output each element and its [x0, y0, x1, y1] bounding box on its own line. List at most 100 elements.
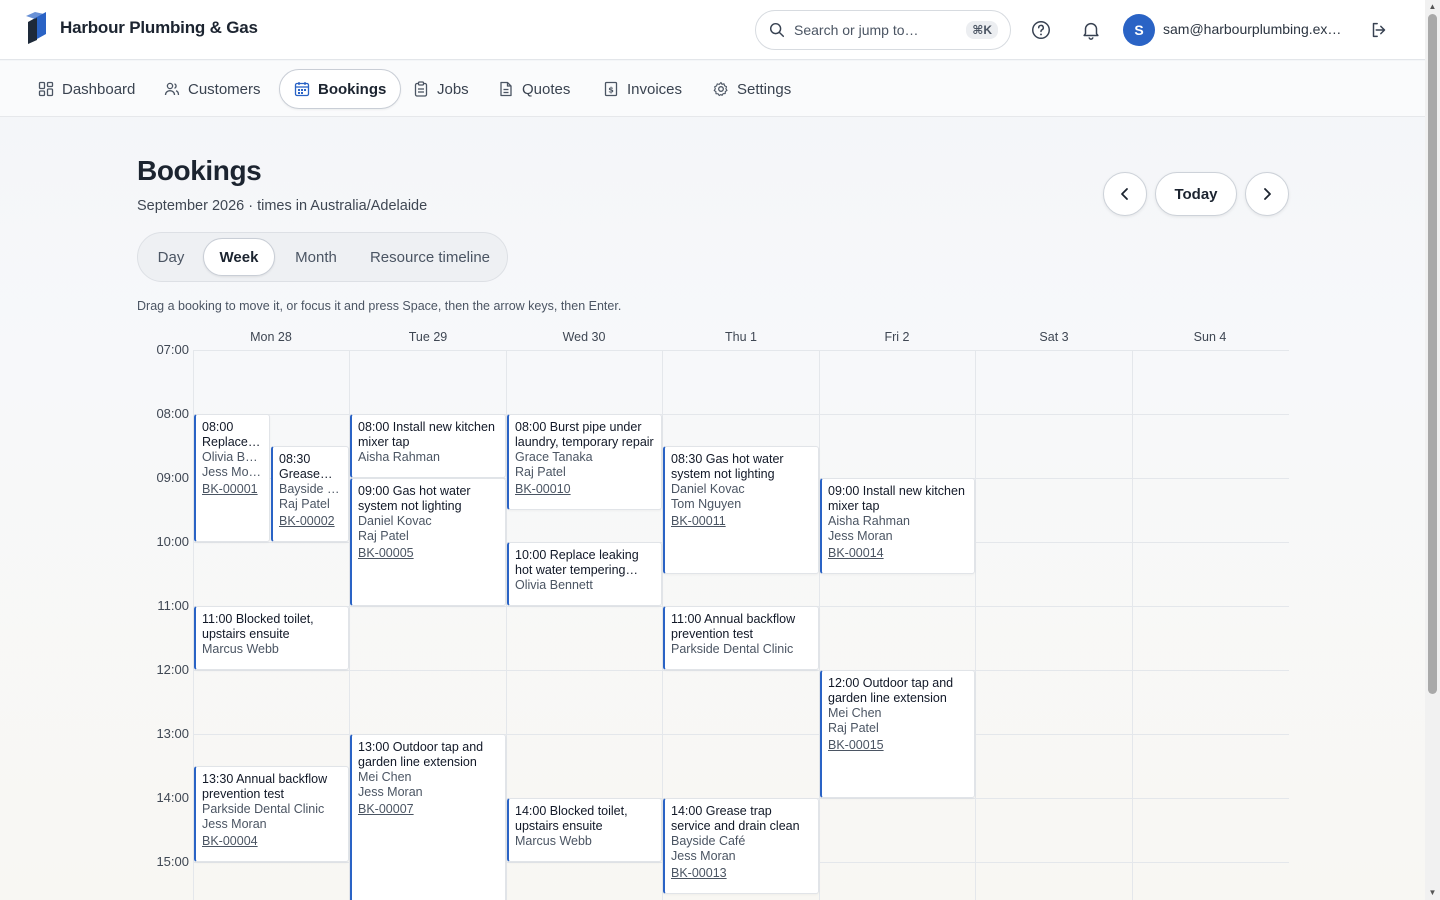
nav-item-customers[interactable]: Customers — [150, 69, 275, 109]
nav-label: Jobs — [437, 80, 469, 98]
booking-title: 12:00 Outdoor tap and garden line extens… — [828, 676, 954, 705]
calendar-icon — [294, 82, 310, 97]
notifications-button[interactable] — [1076, 15, 1106, 45]
hour-label: 08:00 — [156, 406, 189, 421]
help-button[interactable] — [1026, 15, 1056, 45]
booking-card[interactable]: 08:00 Replace… Olivia Ben… Jess Mora… BK… — [194, 414, 270, 542]
booking-customer: Parkside Dental Clinic — [202, 802, 325, 816]
previous-week-button[interactable] — [1103, 172, 1147, 216]
brand-name: Harbour Plumbing & Gas — [60, 18, 258, 37]
booking-title: 13:00 Outdoor tap and garden line extens… — [358, 740, 484, 769]
search-icon — [769, 22, 785, 38]
avatar[interactable]: S — [1123, 14, 1155, 46]
nav-label: Customers — [188, 80, 261, 98]
view-month[interactable]: Month — [282, 238, 350, 276]
booking-customer: Marcus Webb — [202, 642, 279, 656]
booking-staff: Raj Patel — [515, 465, 566, 479]
booking-staff: Tom Nguyen — [671, 497, 742, 511]
chevron-left-icon — [1121, 188, 1128, 200]
day-header: Fri 2 — [884, 330, 910, 344]
booking-customer: Marcus Webb — [515, 834, 592, 848]
scroll-up-icon[interactable]: ▲ — [1428, 2, 1437, 11]
nav-item-settings[interactable]: Settings — [699, 69, 805, 109]
view-day[interactable]: Day — [144, 238, 198, 276]
scroll-thumb[interactable] — [1428, 14, 1437, 694]
page-title: Bookings — [137, 155, 262, 186]
day-header: Mon 28 — [250, 330, 292, 344]
booking-ref-link[interactable]: BK-00007 — [358, 802, 414, 817]
view-week[interactable]: Week — [203, 238, 275, 276]
search-box[interactable]: ⌘K — [755, 10, 1011, 50]
booking-customer: Aisha Rahman — [358, 450, 440, 464]
search-shortcut: ⌘K — [966, 21, 998, 39]
booking-customer: Daniel Kovac — [671, 482, 745, 496]
booking-ref-link[interactable]: BK-00011 — [671, 514, 726, 529]
top-header: Harbour Plumbing & Gas ⌘K S sam@harbourp… — [0, 0, 1425, 60]
dashboard-icon — [38, 81, 54, 97]
search-input[interactable] — [794, 22, 954, 38]
booking-card[interactable]: 14:00 Grease trap service and drain clea… — [663, 798, 819, 894]
booking-title: 09:00 Install new kitchen mixer tap — [828, 484, 965, 513]
hour-label: 14:00 — [156, 790, 189, 805]
booking-card[interactable]: 09:00 Gas hot water system not lighting … — [350, 478, 506, 606]
booking-title: 11:00 Annual backflow prevention test — [671, 612, 796, 641]
day-header: Tue 29 — [408, 330, 448, 344]
booking-ref-link[interactable]: BK-00002 — [279, 514, 335, 529]
next-week-button[interactable] — [1245, 172, 1289, 216]
brand[interactable]: Harbour Plumbing & Gas — [24, 12, 258, 44]
nav-label: Bookings — [318, 80, 387, 98]
booking-title: 13:30 Annual backflow prevention test — [202, 772, 328, 801]
time-grid[interactable]: 08:00 Replace… Olivia Ben… Jess Mora… BK… — [193, 350, 1289, 900]
booking-customer: Bayside Café — [671, 834, 746, 848]
scroll-down-icon[interactable]: ▼ — [1428, 888, 1437, 897]
booking-title: 08:00 Replace… — [202, 420, 261, 449]
booking-title: 14:00 Grease trap service and drain clea… — [671, 804, 800, 833]
booking-card[interactable]: 14:00 Blocked toilet, upstairs ensuite M… — [507, 798, 662, 862]
chevron-right-icon — [1264, 188, 1271, 200]
view-switcher: Day Week Month Resource timeline — [137, 232, 508, 282]
booking-title: 10:00 Replace leaking hot water temperin… — [515, 548, 639, 577]
booking-card[interactable]: 08:30 Gas hot water system not lighting … — [663, 446, 819, 574]
gear-icon — [713, 81, 728, 97]
nav-item-quotes[interactable]: Quotes — [484, 69, 584, 109]
booking-ref-link[interactable]: BK-00014 — [828, 546, 884, 561]
booking-card[interactable]: 09:00 Install new kitchen mixer tap Aish… — [820, 478, 975, 574]
booking-title: 08:30 Gas hot water system not lighting — [671, 452, 784, 481]
today-button[interactable]: Today — [1155, 172, 1237, 216]
page-scrollbar[interactable]: ▲ ▼ — [1425, 0, 1440, 900]
booking-ref-link[interactable]: BK-00015 — [828, 738, 884, 753]
booking-ref-link[interactable]: BK-00005 — [358, 546, 414, 561]
logout-button[interactable] — [1364, 15, 1394, 45]
nav-item-dashboard[interactable]: Dashboard — [24, 69, 149, 109]
booking-card[interactable]: 08:00 Burst pipe under laundry, temporar… — [507, 414, 662, 510]
booking-card[interactable]: 08:30 Grease… Bayside C… Raj Patel BK-00… — [271, 446, 349, 542]
booking-customer: Parkside Dental Clinic — [671, 642, 794, 656]
booking-customer: Mei Chen — [828, 706, 882, 720]
booking-title: 09:00 Gas hot water system not lighting — [358, 484, 471, 513]
nav-item-bookings[interactable]: Bookings — [279, 69, 402, 109]
booking-ref-link[interactable]: BK-00013 — [671, 866, 727, 881]
booking-card[interactable]: 11:00 Blocked toilet, upstairs ensuite M… — [194, 606, 349, 670]
booking-card[interactable]: 08:00 Install new kitchen mixer tap Aish… — [350, 414, 506, 478]
page-subtitle: September 2026 · times in Australia/Adel… — [137, 198, 428, 214]
nav-item-invoices[interactable]: $ Invoices — [589, 69, 696, 109]
view-resource-timeline[interactable]: Resource timeline — [358, 238, 502, 276]
booking-ref-link[interactable]: BK-00010 — [515, 482, 571, 497]
booking-card[interactable]: 13:30 Annual backflow prevention test Pa… — [194, 766, 349, 862]
hour-label: 15:00 — [156, 854, 189, 869]
booking-card[interactable]: 10:00 Replace leaking hot water temperin… — [507, 542, 662, 606]
booking-customer: Olivia Bennett — [515, 578, 593, 592]
drag-hint: Drag a booking to move it, or focus it a… — [137, 299, 622, 313]
day-header: Thu 1 — [725, 330, 757, 344]
booking-card[interactable]: 13:00 Outdoor tap and garden line extens… — [350, 734, 506, 900]
booking-ref-link[interactable]: BK-00001 — [202, 482, 258, 497]
booking-ref-link[interactable]: BK-00004 — [202, 834, 258, 849]
nav-label: Invoices — [627, 80, 683, 98]
nav-item-jobs[interactable]: Jobs — [399, 69, 483, 109]
user-email[interactable]: sam@harbourplumbing.ex… — [1163, 21, 1343, 37]
hour-label: 11:00 — [157, 598, 189, 613]
booking-card[interactable]: 11:00 Annual backflow prevention test Pa… — [663, 606, 819, 670]
booking-customer: Mei Chen — [358, 770, 412, 784]
booking-card[interactable]: 12:00 Outdoor tap and garden line extens… — [820, 670, 975, 798]
booking-title: 14:00 Blocked toilet, upstairs ensuite — [515, 804, 628, 833]
